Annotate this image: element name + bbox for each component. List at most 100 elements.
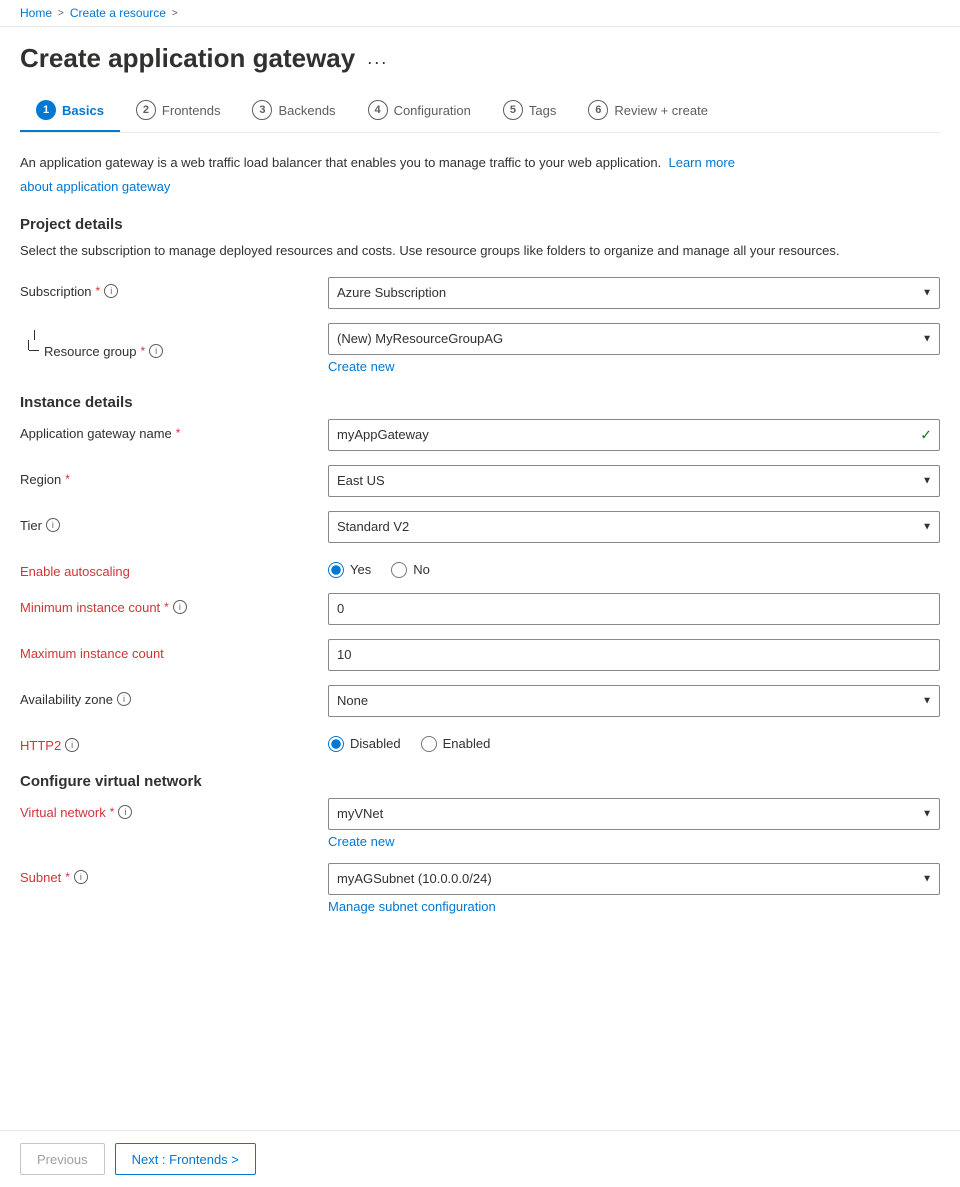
- vnet-row: Virtual network * i myVNet ▼ Create new: [20, 798, 940, 849]
- previous-button[interactable]: Previous: [20, 1143, 105, 1175]
- tab-tags[interactable]: 5 Tags: [487, 90, 572, 132]
- min-count-input[interactable]: [328, 593, 940, 625]
- page-options-button[interactable]: ...: [367, 48, 388, 69]
- gateway-name-input[interactable]: [328, 419, 940, 451]
- page-header: Create application gateway ...: [0, 27, 960, 74]
- subnet-control: myAGSubnet (10.0.0.0/24) ▼ Manage subnet…: [328, 863, 940, 914]
- region-control: East US ▼: [328, 465, 940, 497]
- resource-group-select[interactable]: (New) MyResourceGroupAG: [328, 323, 940, 355]
- subscription-info-icon[interactable]: i: [104, 284, 118, 298]
- avail-zone-select[interactable]: None: [328, 685, 940, 717]
- avail-zone-control: None ▼: [328, 685, 940, 717]
- tab-basics-label: Basics: [62, 103, 104, 118]
- vnet-select[interactable]: myVNet: [328, 798, 940, 830]
- bottom-bar: Previous Next : Frontends >: [0, 1130, 960, 1187]
- gateway-name-input-wrapper: ✓: [328, 419, 940, 451]
- region-required: *: [65, 472, 70, 486]
- page-title: Create application gateway: [20, 43, 355, 74]
- region-select-wrapper: East US ▼: [328, 465, 940, 497]
- tab-frontends[interactable]: 2 Frontends: [120, 90, 237, 132]
- tab-review-num: 6: [588, 100, 608, 120]
- resource-group-row: Resource group * i (New) MyResourceGroup…: [20, 323, 940, 374]
- project-details-title: Project details: [20, 216, 940, 233]
- resource-group-control: (New) MyResourceGroupAG ▼ Create new: [328, 323, 940, 374]
- vnet-info-icon[interactable]: i: [118, 805, 132, 819]
- tab-frontends-label: Frontends: [162, 103, 221, 118]
- next-button[interactable]: Next : Frontends >: [115, 1143, 256, 1175]
- vnet-section-title: Configure virtual network: [20, 773, 940, 790]
- breadcrumb-sep2: >: [172, 8, 178, 19]
- min-count-info-icon[interactable]: i: [173, 600, 187, 614]
- tree-h-line: [29, 350, 39, 351]
- subnet-select[interactable]: myAGSubnet (10.0.0.0/24): [328, 863, 940, 895]
- max-count-input[interactable]: [328, 639, 940, 671]
- resource-group-label-text: Resource group * i: [44, 330, 163, 359]
- http2-enabled-label[interactable]: Enabled: [421, 736, 491, 752]
- gateway-name-control: ✓: [328, 419, 940, 451]
- resource-group-create-new[interactable]: Create new: [328, 359, 394, 374]
- project-details-desc: Select the subscription to manage deploy…: [20, 241, 940, 261]
- autoscaling-control: Yes No: [328, 557, 940, 578]
- tab-tags-num: 5: [503, 100, 523, 120]
- http2-label: HTTP2 i: [20, 731, 320, 753]
- subnet-required: *: [65, 870, 70, 884]
- autoscaling-label: Enable autoscaling: [20, 557, 320, 579]
- top-bar: Home > Create a resource >: [0, 0, 960, 27]
- tier-info-icon[interactable]: i: [46, 518, 60, 532]
- tab-configuration[interactable]: 4 Configuration: [352, 90, 487, 132]
- tab-review-create[interactable]: 6 Review + create: [572, 90, 724, 132]
- gateway-name-label: Application gateway name *: [20, 419, 320, 441]
- subnet-info-icon[interactable]: i: [74, 870, 88, 884]
- avail-zone-label: Availability zone i: [20, 685, 320, 707]
- form-container: An application gateway is a web traffic …: [0, 133, 960, 1028]
- subscription-select[interactable]: Azure Subscription: [328, 277, 940, 309]
- avail-zone-info-icon[interactable]: i: [117, 692, 131, 706]
- tier-row: Tier i Standard V2 ▼: [20, 511, 940, 543]
- autoscaling-row: Enable autoscaling Yes No: [20, 557, 940, 579]
- tab-backends-num: 3: [252, 100, 272, 120]
- instance-details-title: Instance details: [20, 394, 940, 411]
- http2-disabled-radio[interactable]: [328, 736, 344, 752]
- tab-frontends-num: 2: [136, 100, 156, 120]
- http2-disabled-label[interactable]: Disabled: [328, 736, 401, 752]
- max-count-row: Maximum instance count: [20, 639, 940, 671]
- about-application-gateway-link[interactable]: about application gateway: [20, 179, 170, 194]
- tier-select-wrapper: Standard V2 ▼: [328, 511, 940, 543]
- breadcrumb-create-resource[interactable]: Create a resource: [70, 6, 166, 20]
- tier-label: Tier i: [20, 511, 320, 533]
- vnet-select-wrapper: myVNet ▼: [328, 798, 940, 830]
- breadcrumb-home[interactable]: Home: [20, 6, 52, 20]
- breadcrumb: Home > Create a resource >: [20, 6, 940, 20]
- info-description: An application gateway is a web traffic …: [20, 153, 940, 173]
- vnet-create-new[interactable]: Create new: [328, 834, 394, 849]
- tabs-section: 1 Basics 2 Frontends 3 Backends 4 Config…: [0, 74, 960, 133]
- tier-select[interactable]: Standard V2: [328, 511, 940, 543]
- http2-enabled-radio[interactable]: [421, 736, 437, 752]
- tab-basics-num: 1: [36, 100, 56, 120]
- autoscaling-yes-label[interactable]: Yes: [328, 562, 371, 578]
- autoscaling-no-radio[interactable]: [391, 562, 407, 578]
- manage-subnet-link[interactable]: Manage subnet configuration: [328, 899, 496, 914]
- resource-group-info-icon[interactable]: i: [149, 344, 163, 358]
- autoscaling-no-label[interactable]: No: [391, 562, 430, 578]
- tab-basics[interactable]: 1 Basics: [20, 90, 120, 132]
- tab-configuration-num: 4: [368, 100, 388, 120]
- subscription-required: *: [96, 284, 101, 298]
- tabs-bar: 1 Basics 2 Frontends 3 Backends 4 Config…: [20, 90, 940, 133]
- learn-more-link[interactable]: Learn more: [668, 155, 734, 170]
- min-count-required: *: [164, 600, 169, 614]
- gateway-name-row: Application gateway name * ✓: [20, 419, 940, 451]
- subscription-label: Subscription * i: [20, 277, 320, 299]
- tree-v-line-2: [28, 340, 29, 350]
- min-count-row: Minimum instance count * i: [20, 593, 940, 625]
- min-count-control: [328, 593, 940, 625]
- autoscaling-yes-radio[interactable]: [328, 562, 344, 578]
- subnet-label: Subnet * i: [20, 863, 320, 885]
- http2-info-icon[interactable]: i: [65, 738, 79, 752]
- autoscaling-radio-group: Yes No: [328, 557, 940, 578]
- subnet-select-wrapper: myAGSubnet (10.0.0.0/24) ▼: [328, 863, 940, 895]
- tab-backends[interactable]: 3 Backends: [236, 90, 351, 132]
- subscription-control: Azure Subscription ▼: [328, 277, 940, 309]
- gateway-name-check-icon: ✓: [920, 426, 932, 443]
- region-select[interactable]: East US: [328, 465, 940, 497]
